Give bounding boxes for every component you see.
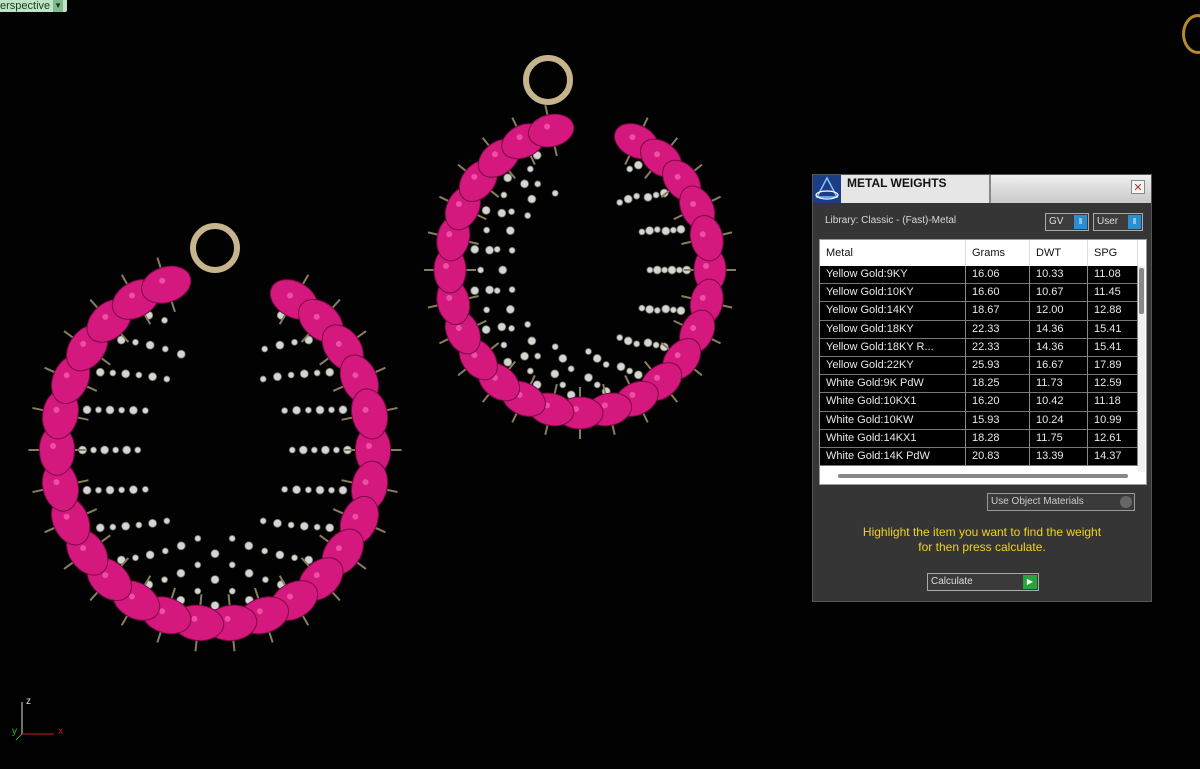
table-cell: 15.41 — [1088, 320, 1138, 339]
axis-indicator: z y x — [12, 694, 72, 744]
panel-title: METAL WEIGHTS — [841, 175, 991, 203]
table-cell: White Gold:9K PdW — [820, 375, 966, 394]
table-cell: 16.60 — [966, 284, 1030, 303]
gv-toggle-label: GV — [1049, 216, 1064, 227]
table-cell: 16.20 — [966, 393, 1030, 412]
table-cell: 22.33 — [966, 320, 1030, 339]
user-toggle-label: User — [1097, 216, 1119, 227]
column-header-metal[interactable]: Metal — [820, 240, 966, 266]
table-cell: 13.39 — [1030, 447, 1088, 466]
calculate-label: Calculate — [931, 576, 973, 587]
axis-icon — [15, 702, 54, 741]
table-cell: 20.83 — [966, 447, 1030, 466]
table-row[interactable]: Yellow Gold:22KY 25.93 16.67 17.89 — [820, 356, 1138, 376]
metal-table[interactable]: Metal Grams DWT SPG Yellow Gold:9KY 16.06… — [819, 239, 1147, 485]
table-row[interactable]: White Gold:14KX1 18.28 11.75 12.61 — [820, 429, 1138, 448]
table-cell: 12.59 — [1088, 375, 1138, 394]
table-cell: White Gold:14KX1 — [820, 429, 966, 448]
table-cell: 22.33 — [966, 338, 1030, 357]
table-cell: Yellow Gold:9KY — [820, 266, 966, 284]
table-body: Yellow Gold:9KY 16.06 10.33 11.08 Yellow Gol… — [820, 266, 1138, 467]
table-row[interactable]: White Gold:14K PdW 20.83 13.39 14.37 — [820, 447, 1138, 467]
table-cell: 25.93 — [966, 356, 1030, 375]
table-cell: 10.24 — [1030, 411, 1088, 430]
axis-x-label: x — [58, 726, 63, 737]
table-row[interactable]: Yellow Gold:18KY R... 22.33 14.36 15.41 — [820, 338, 1138, 357]
table-cell: 11.08 — [1088, 266, 1138, 284]
table-cell: 12.00 — [1030, 302, 1088, 321]
play-icon: ▶ — [1023, 575, 1037, 589]
horizontal-scrollbar[interactable] — [838, 474, 1128, 478]
table-cell: 15.41 — [1088, 338, 1138, 357]
table-row[interactable]: White Gold:10KW 15.93 10.24 10.99 — [820, 411, 1138, 430]
table-row[interactable]: Yellow Gold:18KY 22.33 14.36 15.41 — [820, 320, 1138, 339]
table-cell: 17.89 — [1088, 356, 1138, 375]
vertical-scrollbar[interactable] — [1138, 266, 1145, 472]
table-cell: 10.67 — [1030, 284, 1088, 303]
calculate-button[interactable]: Calculate ▶ — [927, 573, 1039, 591]
table-cell: White Gold:14K PdW — [820, 447, 966, 466]
table-cell: 14.37 — [1088, 447, 1138, 466]
metal-weights-panel: METAL WEIGHTS ✕ Library: Classic - (Fast… — [812, 174, 1152, 602]
instruction-line-1: Highlight the item you want to find the … — [862, 525, 1102, 539]
table-cell: 10.99 — [1088, 411, 1138, 430]
axis-z-label: z — [26, 696, 31, 707]
table-cell: Yellow Gold:22KY — [820, 356, 966, 375]
table-row[interactable]: Yellow Gold:10KY 16.60 10.67 11.45 — [820, 284, 1138, 303]
table-cell: Yellow Gold:18KY — [820, 320, 966, 339]
table-cell: 11.75 — [1030, 429, 1088, 448]
table-cell: 15.93 — [966, 411, 1030, 430]
table-row[interactable]: White Gold:10KX1 16.20 10.42 11.18 — [820, 393, 1138, 412]
table-cell: 18.67 — [966, 302, 1030, 321]
table-cell: 10.33 — [1030, 266, 1088, 284]
table-row[interactable]: White Gold:9K PdW 18.25 11.73 12.59 — [820, 375, 1138, 394]
table-cell: Yellow Gold:18KY R... — [820, 338, 966, 357]
app-logo-icon — [813, 175, 841, 203]
instruction-text: Highlight the item you want to find the … — [813, 525, 1151, 555]
library-label: Library: Classic - (Fast)-Metal — [825, 215, 957, 226]
table-cell: 10.42 — [1030, 393, 1088, 412]
column-header-grams[interactable]: Grams — [966, 240, 1030, 266]
instruction-line-2: for then press calculate. — [918, 540, 1046, 554]
panel-header[interactable]: METAL WEIGHTS ✕ — [813, 175, 1151, 203]
axis-y-label: y — [12, 726, 17, 737]
table-cell: White Gold:10KX1 — [820, 393, 966, 412]
use-object-materials-label: Use Object Materials — [991, 496, 1084, 507]
column-header-spg[interactable]: SPG — [1088, 240, 1138, 266]
table-cell: 16.06 — [966, 266, 1030, 284]
table-cell: Yellow Gold:14KY — [820, 302, 966, 321]
table-row[interactable]: Yellow Gold:14KY 18.67 12.00 12.88 — [820, 302, 1138, 321]
table-cell: 16.67 — [1030, 356, 1088, 375]
toggle-icon: ‖ — [1074, 215, 1087, 229]
toggle-icon: ‖ — [1128, 215, 1141, 229]
user-toggle[interactable]: User ‖ — [1093, 213, 1143, 231]
use-object-materials-option[interactable]: Use Object Materials — [987, 493, 1135, 511]
table-cell: 14.36 — [1030, 320, 1088, 339]
radio-icon[interactable] — [1120, 496, 1132, 508]
scrollbar-thumb[interactable] — [1139, 268, 1144, 314]
table-cell: 11.18 — [1088, 393, 1138, 412]
table-cell: White Gold:10KW — [820, 411, 966, 430]
table-cell: 18.25 — [966, 375, 1030, 394]
gv-toggle[interactable]: GV ‖ — [1045, 213, 1089, 231]
table-cell: 18.28 — [966, 429, 1030, 448]
table-header: Metal Grams DWT SPG — [820, 240, 1138, 266]
table-cell: 12.61 — [1088, 429, 1138, 448]
table-cell: Yellow Gold:10KY — [820, 284, 966, 303]
table-cell: 14.36 — [1030, 338, 1088, 357]
table-cell: 11.73 — [1030, 375, 1088, 394]
close-icon[interactable]: ✕ — [1131, 180, 1145, 194]
table-cell: 12.88 — [1088, 302, 1138, 321]
column-header-dwt[interactable]: DWT — [1030, 240, 1088, 266]
table-cell: 11.45 — [1088, 284, 1138, 303]
table-row[interactable]: Yellow Gold:9KY 16.06 10.33 11.08 — [820, 266, 1138, 285]
